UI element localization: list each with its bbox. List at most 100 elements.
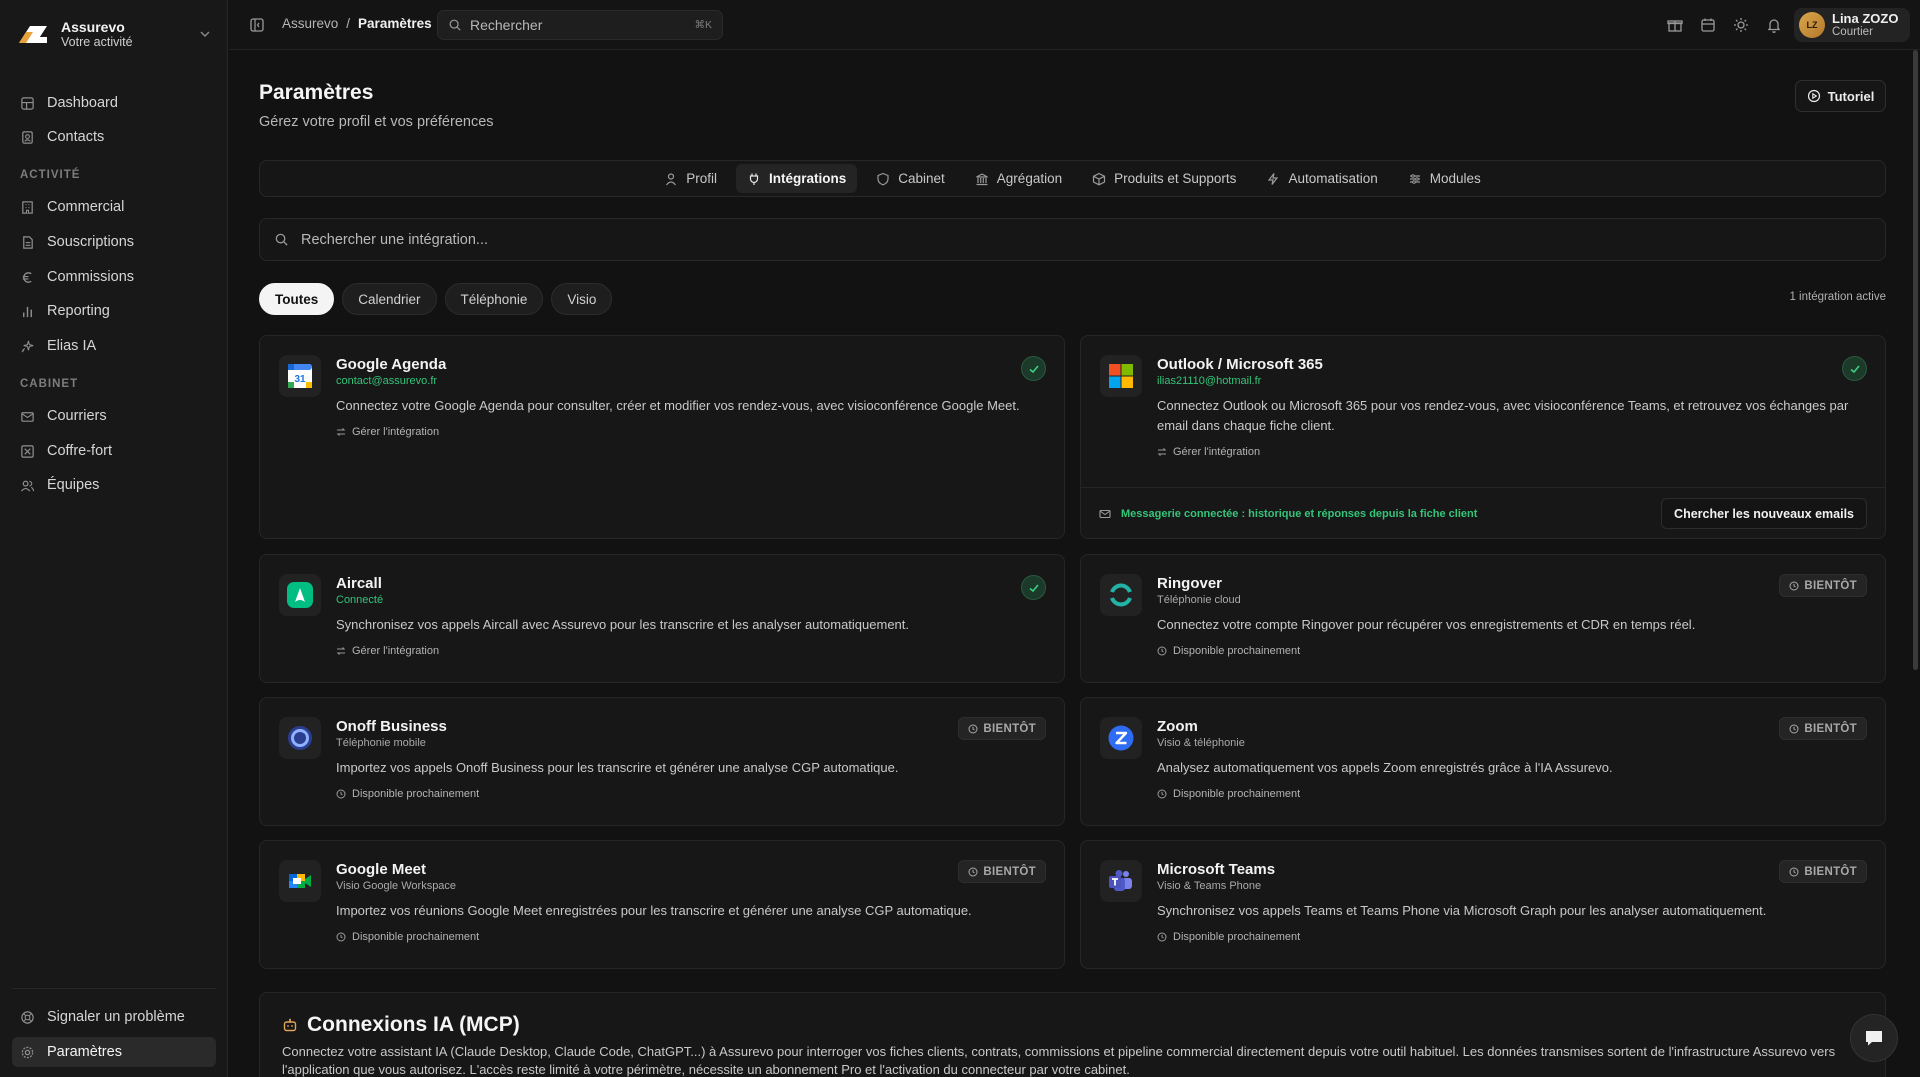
card-title: Microsoft Teams (1157, 861, 1276, 878)
manage-integration-link[interactable]: Gérer l'intégration (1157, 446, 1260, 458)
euro-icon (22, 271, 32, 283)
sidebar-item-commercial[interactable]: Commercial (12, 192, 216, 222)
sidebar-toggle-icon[interactable] (249, 17, 265, 33)
bell-icon[interactable] (1765, 16, 1783, 34)
mail-sync-message: Messagerie connectée : historique et rép… (1121, 507, 1478, 520)
tab-cabinet[interactable]: Cabinet (865, 164, 956, 193)
check-icon (1028, 583, 1039, 592)
card-title: Zoom (1157, 718, 1198, 735)
sidebar-item-elias-ia[interactable]: Elias IA (12, 331, 216, 361)
sidebar-item-coffre-fort[interactable]: Coffre-fort (12, 436, 216, 466)
sidebar-item-commissions[interactable]: Commissions (12, 262, 216, 292)
top-bar: Assurevo / Paramètres Rechercher ⌘K LZ L… (229, 0, 1920, 50)
user-menu[interactable]: LZ Lina ZOZO Courtier (1794, 8, 1910, 42)
shield-icon (877, 172, 889, 185)
card-account: contact@assurevo.fr (336, 375, 438, 387)
building-icon (22, 200, 33, 214)
coming-soon-badge: BIENTÔT (1779, 860, 1867, 883)
tab-produits-supports[interactable]: Produits et Supports (1081, 164, 1247, 193)
coming-soon-label: BIENTÔT (1804, 865, 1857, 878)
integration-card-outlook: Outlook / Microsoft 365 ilias21110@hotma… (1080, 335, 1886, 539)
sidebar-item-parametres[interactable]: Paramètres (12, 1037, 216, 1067)
manage-integration-label: Gérer l'intégration (352, 426, 440, 438)
card-subtitle: Visio Google Workspace (336, 880, 457, 892)
search-placeholder: Rechercher (470, 17, 543, 33)
workspace-switcher[interactable]: Assurevo Votre activité (16, 16, 212, 52)
tab-integrations[interactable]: Intégrations (735, 164, 858, 193)
tutorial-button[interactable]: Tutoriel (1795, 80, 1886, 112)
sidebar-item-dashboard[interactable]: Dashboard (12, 88, 216, 118)
tutorial-label: Tutoriel (1827, 88, 1875, 104)
search-icon (275, 233, 288, 246)
fetch-new-emails-button[interactable]: Chercher les nouveaux emails (1661, 498, 1867, 529)
arrows-swap-icon (336, 647, 346, 655)
mcp-title-text: Connexions IA (MCP) (307, 1013, 520, 1036)
clock-icon (336, 932, 346, 942)
assurevo-logo-icon (19, 26, 47, 43)
tab-agregation[interactable]: Agrégation (964, 164, 1073, 193)
availability-label: Disponible prochainement (1173, 931, 1301, 943)
avatar: LZ (1799, 12, 1825, 38)
global-search[interactable]: Rechercher ⌘K (437, 10, 723, 40)
tab-profil[interactable]: Profil (653, 164, 728, 193)
tab-label: Profil (686, 171, 717, 186)
tab-label: Agrégation (996, 171, 1063, 186)
availability-label: Disponible prochainement (352, 931, 480, 943)
integration-card-onoff: Onoff Business Téléphonie mobile Importe… (259, 697, 1065, 826)
clock-icon (1789, 867, 1799, 876)
filter-toutes[interactable]: Toutes (259, 283, 335, 315)
play-circle-icon (1807, 89, 1820, 103)
tab-automatisation[interactable]: Automatisation (1255, 164, 1388, 193)
card-subtitle: Téléphonie cloud (1157, 594, 1241, 606)
availability-note: Disponible prochainement (1157, 645, 1300, 657)
integration-search-input[interactable] (301, 231, 1751, 248)
card-title: Outlook / Microsoft 365 (1157, 356, 1323, 373)
check-icon (1028, 364, 1039, 373)
scrollbar[interactable] (1913, 50, 1918, 670)
sidebar-item-souscriptions[interactable]: Souscriptions (12, 227, 216, 257)
filter-telephonie[interactable]: Téléphonie (444, 283, 544, 315)
availability-note: Disponible prochainement (1157, 788, 1300, 800)
sliders-icon (1409, 173, 1420, 184)
sidebar-item-label: Courriers (47, 408, 107, 424)
sun-icon[interactable] (1732, 16, 1750, 34)
chat-icon (1866, 1031, 1882, 1046)
sidebar-item-courriers[interactable]: Courriers (12, 401, 216, 431)
filter-visio[interactable]: Visio (551, 283, 613, 315)
card-title: Aircall (336, 575, 382, 592)
sidebar-item-label: Commercial (47, 199, 125, 215)
tab-label: Produits et Supports (1114, 171, 1237, 186)
manage-integration-label: Gérer l'intégration (352, 645, 440, 657)
filter-calendrier[interactable]: Calendrier (342, 283, 437, 315)
settings-tabs: Profil Intégrations Cabinet Agrégation P… (259, 160, 1886, 197)
sidebar-item-label: Commissions (47, 269, 135, 285)
integration-search (259, 218, 1886, 261)
clock-icon (968, 724, 978, 733)
sidebar-item-report-problem[interactable]: Signaler un problème (12, 1002, 216, 1032)
sidebar-item-contacts[interactable]: Contacts (12, 122, 216, 152)
arrows-swap-icon (1157, 448, 1167, 456)
chevron-down-icon (200, 31, 210, 37)
chat-support-button[interactable] (1850, 1014, 1898, 1062)
card-description: Synchronisez vos appels Teams et Teams P… (1157, 903, 1767, 918)
zoom-logo-icon (1100, 717, 1142, 759)
page-title: Paramètres (259, 81, 374, 104)
sidebar-item-reporting[interactable]: Reporting (12, 296, 216, 326)
google-calendar-logo-icon: 31 (279, 355, 321, 397)
gift-icon[interactable] (1666, 16, 1684, 34)
sidebar-item-label: Elias IA (47, 338, 97, 354)
sidebar-item-equipes[interactable]: Équipes (12, 470, 216, 500)
manage-integration-link[interactable]: Gérer l'intégration (336, 645, 439, 657)
availability-label: Disponible prochainement (352, 788, 480, 800)
aircall-logo-icon (279, 574, 321, 616)
plug-icon (749, 173, 759, 185)
user-icon (666, 172, 677, 185)
tab-modules[interactable]: Modules (1397, 164, 1492, 193)
calendar-icon[interactable] (1699, 16, 1717, 34)
clock-icon (968, 867, 978, 876)
card-title: Google Agenda (336, 356, 447, 373)
sidebar-item-label: Coffre-fort (47, 443, 113, 459)
breadcrumb-root[interactable]: Assurevo (282, 16, 338, 31)
manage-integration-link[interactable]: Gérer l'intégration (336, 426, 439, 438)
sidebar-section-activite: ACTIVITÉ (20, 169, 81, 181)
